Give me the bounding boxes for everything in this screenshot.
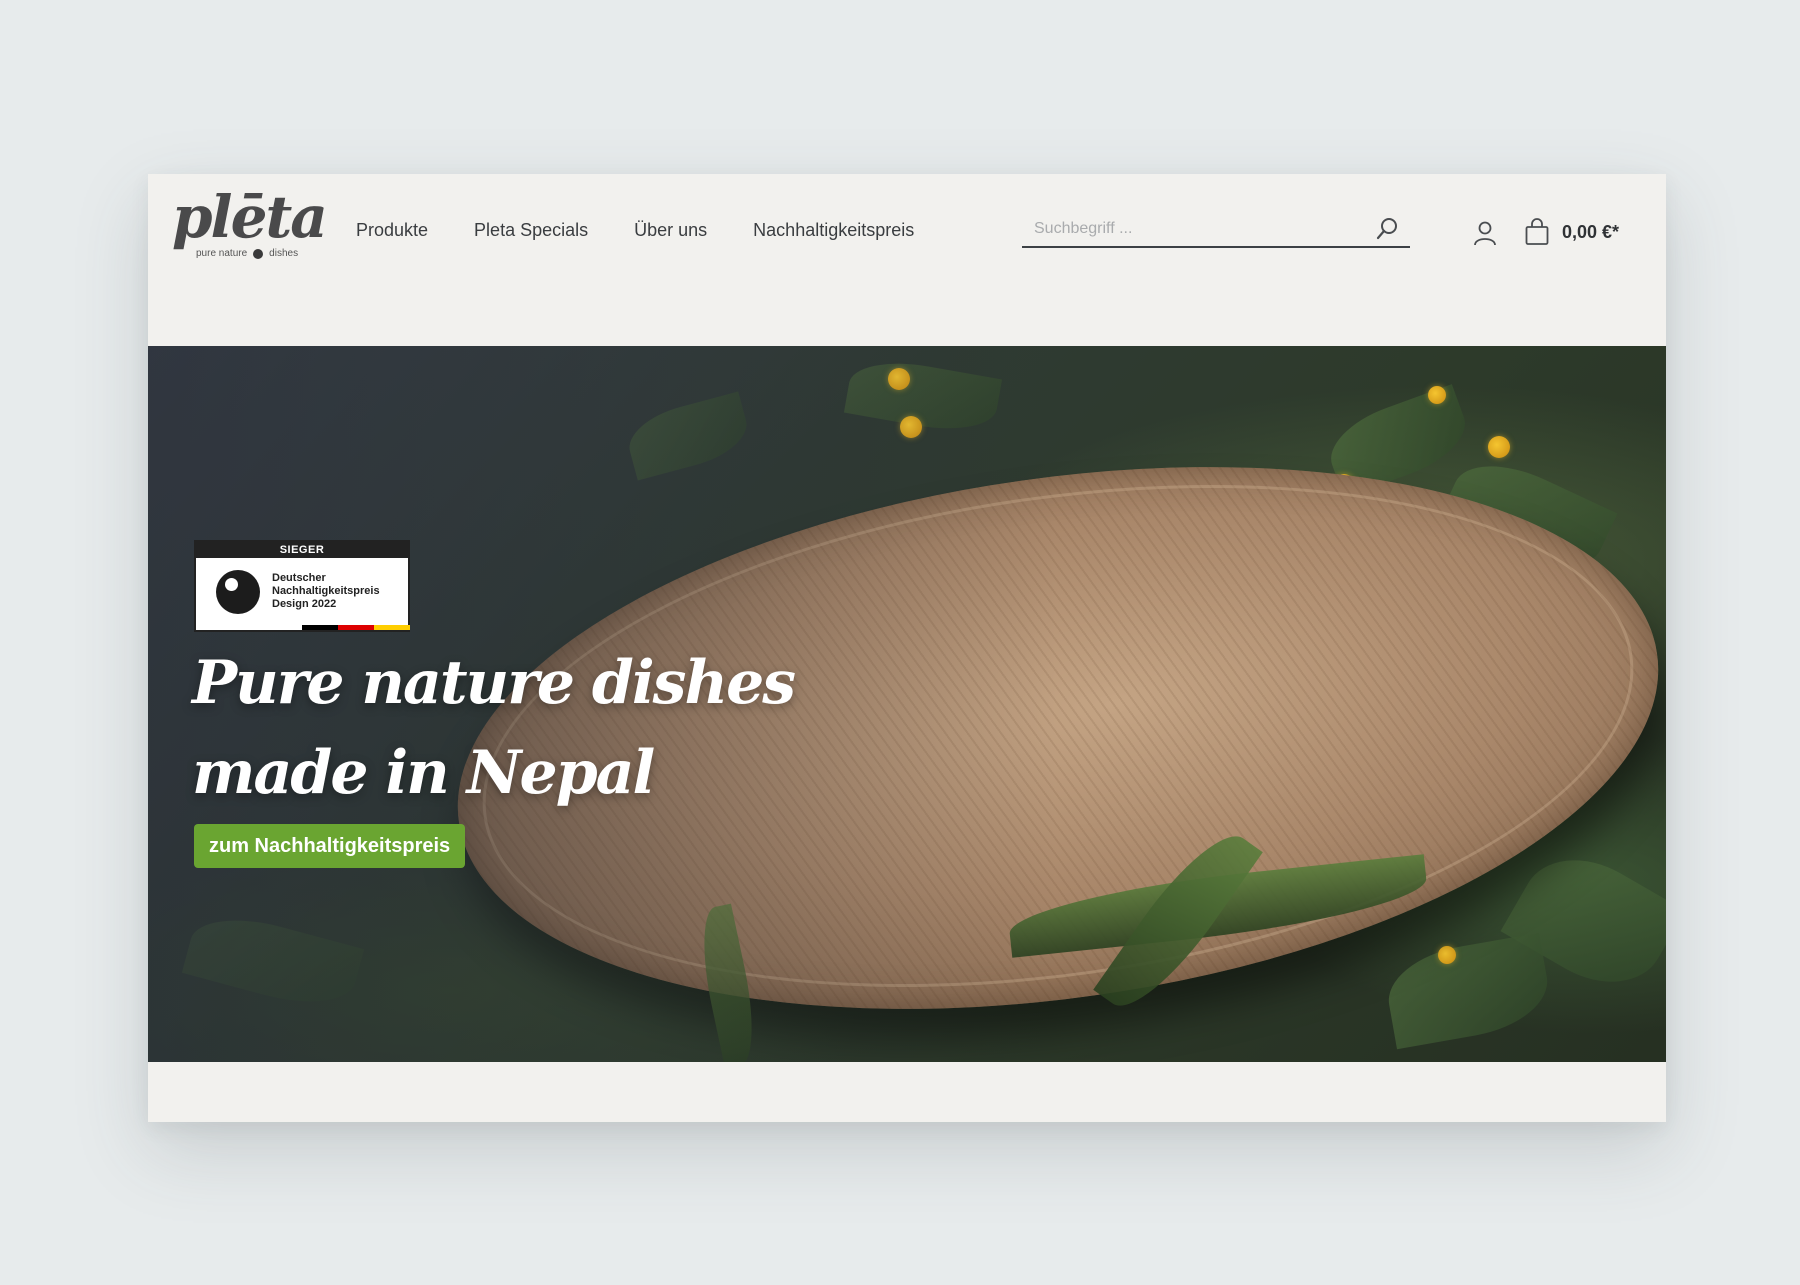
account-button[interactable]	[1472, 220, 1498, 246]
browser-window: plēta pure nature dishes Produkte Pleta …	[148, 174, 1666, 1122]
search-button[interactable]	[1374, 216, 1400, 242]
content-area-below-hero	[148, 1062, 1666, 1122]
award-line-3: Design 2022	[272, 598, 337, 610]
award-line-1: Deutscher	[272, 572, 326, 584]
site-header: plēta pure nature dishes Produkte Pleta …	[148, 174, 1666, 346]
hero-banner: SIEGER Deutscher Nachhaltigkeitspreis De…	[148, 346, 1666, 1062]
award-line-2: Nachhaltigkeitspreis	[272, 585, 380, 597]
shopping-bag-icon	[1525, 218, 1549, 245]
logo-wordmark: plēta	[172, 183, 328, 251]
hero-title-line-1: Pure nature dishes	[192, 648, 796, 718]
yellow-flower	[1488, 436, 1510, 458]
logo-tagline-right: dishes	[269, 248, 299, 259]
award-text: Deutscher Nachhaltigkeitspreis Design 20…	[272, 572, 408, 611]
background-leaf	[1381, 932, 1555, 1050]
nav-item-nachhaltigkeitspreis[interactable]: Nachhaltigkeitspreis	[753, 220, 914, 241]
logo-tagline-left: pure nature	[196, 248, 248, 259]
logo-tagline: pure nature dishes	[196, 248, 298, 259]
cart-total: 0,00 €*	[1562, 221, 1620, 242]
yellow-flower	[1438, 946, 1456, 964]
cart-button[interactable]: 0,00 €*	[1524, 218, 1619, 246]
nav-item-pleta-specials[interactable]: Pleta Specials	[474, 220, 588, 241]
yellow-flower	[1428, 386, 1446, 404]
hero-title: Pure nature dishes made in Nepal	[192, 638, 796, 818]
main-navigation: Produkte Pleta Specials Über uns Nachhal…	[356, 220, 914, 241]
award-logo-icon	[216, 570, 260, 614]
search-icon	[1376, 218, 1397, 240]
pleta-logo[interactable]: plēta pure nature dishes	[172, 188, 328, 262]
hero-title-line-2: made in Nepal	[192, 738, 655, 808]
sustainability-award-badge: SIEGER Deutscher Nachhaltigkeitspreis De…	[194, 540, 410, 632]
search-bar	[1022, 212, 1410, 248]
cta-nachhaltigkeitspreis-button[interactable]: zum Nachhaltigkeitspreis	[194, 824, 466, 868]
nav-item-produkte[interactable]: Produkte	[356, 220, 428, 241]
search-input[interactable]	[1032, 216, 1352, 242]
german-flag-stripe	[302, 625, 410, 630]
nav-item-ueber-uns[interactable]: Über uns	[634, 220, 707, 241]
logo-dot-icon	[253, 248, 264, 259]
user-icon	[1474, 221, 1496, 246]
award-header: SIEGER	[196, 542, 408, 558]
